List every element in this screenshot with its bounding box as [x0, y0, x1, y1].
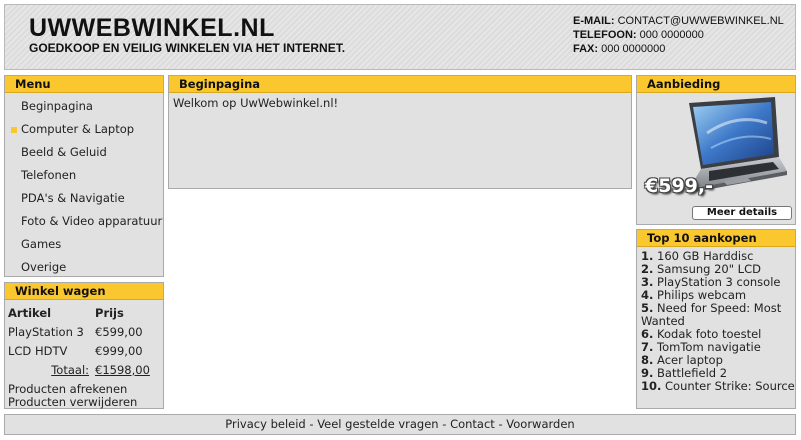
list-rank: 1.	[641, 249, 654, 263]
offer-panel: Aanbieding €599,- Meer details	[636, 75, 796, 225]
list-item[interactable]: 10. Counter Strike: Source	[641, 380, 795, 393]
cart-table: Artikel Prijs PlayStation 3 €599,00 LCD …	[8, 304, 158, 379]
list-rank: 10.	[641, 379, 662, 393]
cart-article: LCD HDTV	[8, 343, 68, 358]
list-rank: 5.	[641, 301, 654, 315]
footer-link-terms[interactable]: Voorwarden	[506, 417, 574, 431]
welcome-text: Welkom op UwWebwinkel.nl!	[173, 96, 339, 110]
list-item-name: Need for Speed: Most Wanted	[641, 301, 782, 328]
active-bullet-icon	[11, 127, 17, 133]
menu-item-foto-video[interactable]: Foto & Video apparatuur	[5, 210, 163, 233]
list-item-name: Kodak foto toestel	[657, 327, 762, 341]
footer-separator: -	[494, 417, 507, 431]
list-item-name: Counter Strike: Source	[665, 379, 795, 393]
main-panel: Beginpagina Welkom op UwWebwinkel.nl!	[168, 75, 632, 189]
menu-title: Menu	[5, 76, 163, 93]
footer-link-contact[interactable]: Contact	[450, 417, 495, 431]
cart-price: €999,00	[95, 343, 143, 358]
list-item-name: Acer laptop	[657, 353, 723, 367]
menu-item-computer-laptop[interactable]: Computer & Laptop	[5, 118, 163, 141]
list-item-name: TomTom navigatie	[657, 340, 761, 354]
cart-links: Producten afrekenen Producten verwijdere…	[8, 383, 163, 409]
list-rank: 9.	[641, 366, 654, 380]
list-item-name: PlayStation 3 console	[657, 275, 781, 289]
menu-panel: Menu Beginpagina Computer & Laptop Beeld…	[4, 75, 164, 277]
cart-title: Winkel wagen	[5, 283, 163, 300]
menu-item-label: Games	[21, 237, 62, 251]
cart-col-article: Artikel	[8, 306, 52, 320]
list-item-name: Samsung 20" LCD	[657, 262, 761, 276]
menu-item-overige[interactable]: Overige	[5, 256, 163, 279]
table-row: LCD HDTV €999,00	[8, 341, 158, 360]
fax-value: 000 0000000	[601, 43, 666, 55]
top10-list: 1. 160 GB Harddisc 2. Samsung 20" LCD 3.…	[637, 247, 795, 393]
list-item-name: 160 GB Harddisc	[657, 249, 754, 263]
site-footer: Privacy beleid - Veel gestelde vragen - …	[4, 414, 796, 435]
contact-info: E-MAIL: CONTACT@UWWEBWINKEL.NL TELEFOON:…	[573, 14, 784, 56]
phone-value: 000 0000000	[639, 29, 704, 41]
list-rank: 7.	[641, 340, 654, 354]
site-title[interactable]: UWWEBWINKEL.NL	[29, 14, 275, 43]
footer-separator: -	[305, 417, 318, 431]
email-label: E-MAIL:	[573, 15, 615, 27]
list-rank: 8.	[641, 353, 654, 367]
table-row: PlayStation 3 €599,00	[8, 322, 158, 341]
list-rank: 3.	[641, 275, 654, 289]
menu-item-label: Overige	[21, 260, 67, 274]
more-details-button[interactable]: Meer details	[692, 206, 792, 220]
list-item[interactable]: 5. Need for Speed: Most Wanted	[641, 302, 795, 328]
cart-col-price: Prijs	[95, 306, 124, 320]
menu-list: Beginpagina Computer & Laptop Beeld & Ge…	[5, 93, 163, 279]
list-rank: 4.	[641, 288, 654, 302]
top10-panel: Top 10 aankopen 1. 160 GB Harddisc 2. Sa…	[636, 229, 796, 409]
fax-label: FAX:	[573, 43, 599, 55]
menu-item-label: Beginpagina	[21, 99, 93, 113]
offer-title: Aanbieding	[637, 76, 795, 93]
top10-title: Top 10 aankopen	[637, 230, 795, 247]
site-header: UWWEBWINKEL.NL GOEDKOOP EN VEILIG WINKEL…	[4, 4, 796, 70]
list-rank: 6.	[641, 327, 654, 341]
main-title: Beginpagina	[169, 76, 631, 93]
cart-header-row: Artikel Prijs	[8, 304, 158, 322]
cart-panel: Winkel wagen Artikel Prijs PlayStation 3…	[4, 282, 164, 409]
list-item-name: Battlefield 2	[657, 366, 728, 380]
remove-products-link[interactable]: Producten verwijderen	[8, 396, 163, 409]
phone-label: TELEFOON:	[573, 29, 637, 41]
footer-link-privacy[interactable]: Privacy beleid	[225, 417, 305, 431]
menu-item-beginpagina[interactable]: Beginpagina	[5, 95, 163, 118]
menu-item-label: Telefonen	[21, 168, 77, 182]
menu-item-telefonen[interactable]: Telefonen	[5, 164, 163, 187]
list-rank: 2.	[641, 262, 654, 276]
menu-item-pda-navigatie[interactable]: PDA's & Navigatie	[5, 187, 163, 210]
cart-total-value: €1598,00	[95, 362, 150, 377]
footer-separator: -	[438, 417, 451, 431]
list-item-name: Philips webcam	[657, 288, 747, 302]
site-tagline: GOEDKOOP EN VEILIG WINKELEN VIA HET INTE…	[29, 41, 346, 55]
menu-item-beeld-geluid[interactable]: Beeld & Geluid	[5, 141, 163, 164]
email-value[interactable]: CONTACT@UWWEBWINKEL.NL	[618, 15, 784, 27]
laptop-image[interactable]: €599,-	[637, 93, 795, 205]
cart-total-row: Totaal: €1598,00	[8, 360, 158, 379]
cart-article: PlayStation 3	[8, 324, 84, 339]
menu-item-label: Foto & Video apparatuur	[21, 214, 163, 228]
menu-item-label: Beeld & Geluid	[21, 145, 107, 159]
menu-item-label: Computer & Laptop	[21, 122, 135, 136]
cart-total-label: Totaal:	[51, 362, 90, 377]
menu-item-games[interactable]: Games	[5, 233, 163, 256]
offer-price: €599,-	[645, 175, 713, 197]
footer-link-faq[interactable]: Veel gestelde vragen	[317, 417, 438, 431]
cart-price: €599,00	[95, 324, 143, 339]
menu-item-label: PDA's & Navigatie	[21, 191, 125, 205]
